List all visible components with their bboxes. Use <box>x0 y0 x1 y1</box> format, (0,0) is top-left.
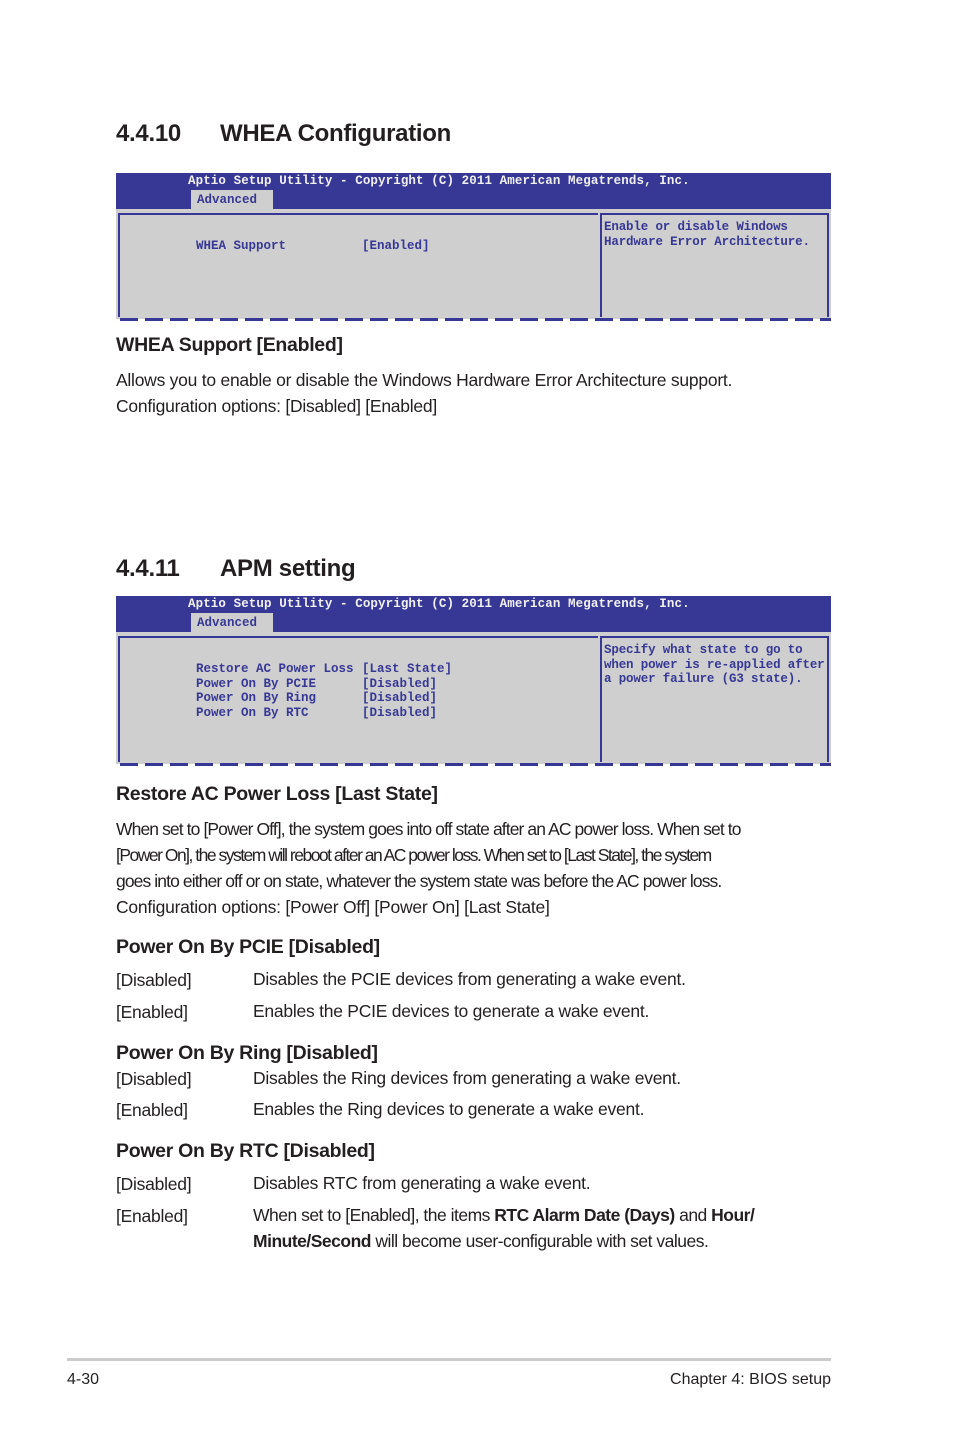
help-line: Hardware Error Architecture. <box>604 234 810 249</box>
heading-whea-support: WHEA Support [Enabled] <box>116 334 343 356</box>
option-key: [Enabled] <box>116 1002 188 1022</box>
bios-item-power-on-by-rtc[interactable]: Power On By RTC [Disabled] <box>136 692 437 720</box>
bios-help-panel: Specify what state to go to when power i… <box>600 636 829 762</box>
option-description: Disables the PCIE devices from generatin… <box>253 969 686 989</box>
bios-screen-apm: Aptio Setup Utility - Copyright (C) 2011… <box>116 596 831 766</box>
bios-help-text: Specify what state to go to when power i… <box>604 643 825 687</box>
chapter-label: Chapter 4: BIOS setup <box>670 1371 831 1388</box>
bios-title-bar: Aptio Setup Utility - Copyright (C) 2011… <box>116 173 831 209</box>
bios-screen-whea: Aptio Setup Utility - Copyright (C) 2011… <box>116 173 831 321</box>
bios-item-value[interactable]: [Disabled] <box>362 691 437 705</box>
option-key: [Disabled] <box>116 970 192 990</box>
bold-term-minute-second: Minute/Second <box>253 1231 371 1251</box>
bios-body: WHEA Support [Enabled] Enable or disable … <box>118 213 831 321</box>
tab-advanced[interactable]: Advanced <box>191 190 273 209</box>
paragraph-line: Configuration options: [Power Off] [Powe… <box>116 897 550 917</box>
bios-header-text: Aptio Setup Utility - Copyright (C) 2011… <box>188 597 690 611</box>
section-number: 4.4.11 <box>116 555 180 582</box>
paragraph-whea-support: Allows you to enable or disable the Wind… <box>116 367 846 419</box>
bios-body: Restore AC Power Loss [Last State] Power … <box>118 636 831 766</box>
paragraph-line: goes into either off or on state, whatev… <box>116 871 722 891</box>
footer-divider <box>67 1358 831 1361</box>
heading-power-on-by-pcie: Power On By PCIE [Disabled] <box>116 936 380 958</box>
section-heading: WHEA Configuration <box>220 120 452 147</box>
text-run: will become user-configurable with set v… <box>370 1231 709 1251</box>
bios-item-label: WHEA Support <box>196 239 287 253</box>
heading-power-on-by-rtc: Power On By RTC [Disabled] <box>116 1140 375 1162</box>
bios-header-text: Aptio Setup Utility - Copyright (C) 2011… <box>188 174 690 188</box>
option-key: [Enabled] <box>116 1100 188 1120</box>
option-description: Disables the Ring devices from generatin… <box>253 1068 681 1088</box>
bios-settings-panel: Restore AC Power Loss [Last State] Power … <box>120 636 598 762</box>
option-key: [Enabled] <box>116 1206 188 1226</box>
bios-settings-panel: WHEA Support [Enabled] <box>120 213 598 317</box>
option-description: Disables RTC from generating a wake even… <box>253 1173 591 1193</box>
text-run: and <box>674 1205 712 1225</box>
help-line: Specify what state to go to <box>604 643 803 657</box>
bios-item-value[interactable]: [Enabled] <box>362 239 430 253</box>
section-heading: APM setting <box>220 555 356 582</box>
text-run: When set to [Enabled], the items <box>253 1205 495 1225</box>
bios-item-value[interactable]: [Disabled] <box>362 677 437 691</box>
option-description: Enables the Ring devices to generate a w… <box>253 1099 645 1119</box>
bios-item-label: Power On By RTC <box>196 705 309 720</box>
bios-dashed-border <box>120 318 831 321</box>
help-line: a power failure (G3 state). <box>604 672 803 687</box>
bios-item-power-on-by-ring[interactable]: Power On By Ring [Disabled] <box>136 677 437 705</box>
bold-term-rtc-alarm-date: RTC Alarm Date (Days) <box>494 1205 675 1225</box>
bios-dashed-border <box>120 763 831 766</box>
paragraph-restore-ac-power-loss: When set to [Power Off], the system goes… <box>116 816 846 920</box>
help-line: when power is re-applied after <box>604 657 825 672</box>
help-line: Enable or disable Windows <box>604 220 788 234</box>
bios-item-value[interactable]: [Last State] <box>362 662 452 676</box>
tab-advanced[interactable]: Advanced <box>191 613 273 632</box>
bios-help-text: Enable or disable Windows Hardware Error… <box>604 220 810 249</box>
option-key: [Disabled] <box>116 1174 192 1194</box>
paragraph-line: When set to [Power Off], the system goes… <box>116 819 742 839</box>
bios-item-power-on-by-pcie[interactable]: Power On By PCIE [Disabled] <box>136 663 437 691</box>
bios-item-restore-ac-power-loss[interactable]: Restore AC Power Loss [Last State] <box>136 648 452 676</box>
heading-power-on-by-ring: Power On By Ring [Disabled] <box>116 1042 378 1064</box>
paragraph-line: Configuration options: [Disabled] [Enabl… <box>116 396 437 416</box>
section-title-whea: 4.4.10 WHEA Configuration <box>116 120 451 148</box>
bios-help-panel: Enable or disable Windows Hardware Error… <box>600 213 829 317</box>
option-description: When set to [Enabled], the items RTC Ala… <box>253 1202 843 1254</box>
heading-restore-ac-power-loss: Restore AC Power Loss [Last State] <box>116 783 438 805</box>
bios-item-value[interactable]: [Disabled] <box>362 706 437 720</box>
paragraph-line: Allows you to enable or disable the Wind… <box>116 370 733 390</box>
bios-title-bar: Aptio Setup Utility - Copyright (C) 2011… <box>116 596 831 632</box>
option-description: Enables the PCIE devices to generate a w… <box>253 1001 650 1021</box>
bold-term-hour: Hour/ <box>711 1205 755 1225</box>
section-title-apm: 4.4.11 APM setting <box>116 555 356 583</box>
option-key: [Disabled] <box>116 1069 192 1089</box>
page-number: 4-30 <box>67 1371 100 1388</box>
paragraph-line: [Power On], the system will reboot after… <box>116 845 712 865</box>
section-number: 4.4.10 <box>116 120 181 147</box>
bios-item-whea-support[interactable]: WHEA Support [Enabled] <box>136 225 430 253</box>
